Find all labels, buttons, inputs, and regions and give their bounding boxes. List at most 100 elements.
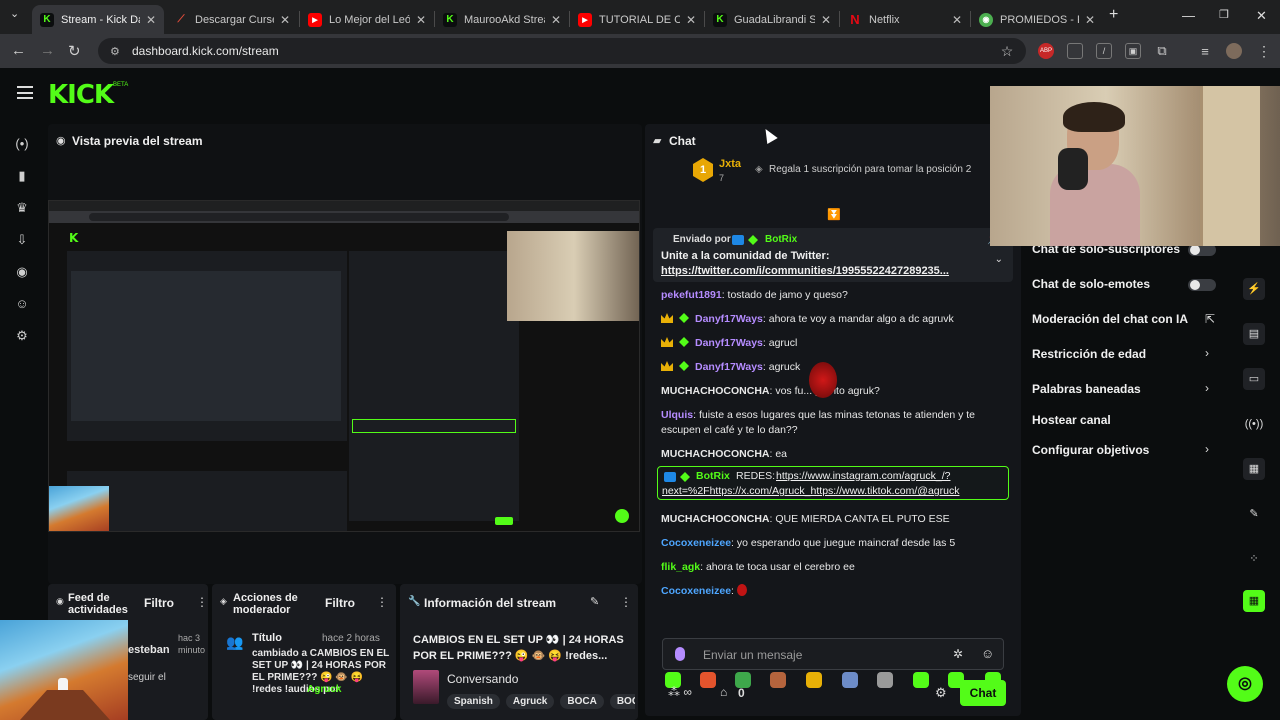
extension-icon[interactable]: ▣ — [1125, 43, 1141, 59]
wrench-icon[interactable]: ✎ — [1243, 503, 1265, 525]
pinned-link[interactable]: https://twitter.com/i/communities/199555… — [661, 265, 949, 277]
tab-netflix[interactable]: N Netflix ✕ — [840, 5, 970, 34]
tab-kick-dashboard[interactable]: K Stream - Kick Dash ✕ — [32, 5, 164, 34]
bookmark-star-icon[interactable]: ☆ — [999, 43, 1015, 59]
adblock-icon[interactable]: ABP — [1038, 43, 1054, 59]
close-icon[interactable]: ✕ — [280, 13, 290, 27]
tab-promiedos[interactable]: ◉ PROMIEDOS - Fut ✕ — [971, 5, 1103, 34]
chat-username[interactable]: Cocoxeneizee — [661, 585, 731, 597]
pinned-message[interactable]: 📌 Enviado por BotRix Unite a la comunida… — [653, 228, 1013, 282]
emote-icon[interactable] — [770, 672, 786, 688]
back-icon[interactable]: ← — [11, 42, 26, 59]
tab-descargar[interactable]: ⟋ Descargar Cursed ✕ — [166, 5, 298, 34]
external-link-icon[interactable]: ⇱ — [1205, 312, 1215, 326]
close-icon[interactable]: ✕ — [1085, 13, 1095, 27]
mod-ai-moderation[interactable]: Moderación del chat con IA — [1032, 312, 1188, 326]
leader-name[interactable]: Jxta — [719, 158, 741, 170]
chat-username[interactable]: MUCHACHOCONCHA — [661, 513, 770, 525]
restore-icon[interactable]: ❐ — [1219, 8, 1229, 21]
pinned-sender[interactable]: BotRix — [765, 234, 797, 245]
close-window-icon[interactable]: ✕ — [1256, 8, 1267, 24]
chat-username[interactable]: Danyf17Ways — [695, 361, 763, 373]
chevron-right-icon[interactable]: › — [1205, 346, 1209, 360]
emote-icon[interactable] — [806, 672, 822, 688]
analytics-icon[interactable]: ▮ — [14, 168, 30, 184]
translate-icon[interactable]: ✲ — [953, 647, 963, 661]
community-icon[interactable]: ☺ — [14, 296, 30, 312]
minimize-icon[interactable]: — — [1182, 8, 1195, 23]
chat-username[interactable]: MUCHACHOCONCHA — [661, 448, 770, 460]
extension-icon[interactable]: / — [1096, 43, 1112, 59]
tab-list-icon[interactable]: ⌄ — [10, 7, 19, 20]
help-button[interactable]: ◎ — [1227, 666, 1263, 702]
upload-icon[interactable]: ⇩ — [14, 232, 30, 248]
address-bar[interactable]: ⚙ dashboard.kick.com/stream — [98, 38, 1026, 64]
tab-tutorial[interactable]: ▶ TUTORIAL DE CÓM ✕ — [570, 5, 704, 34]
emoji-icon[interactable]: ☺ — [981, 646, 994, 661]
camera-icon[interactable]: ◉ — [14, 264, 30, 280]
chat-username[interactable]: flik_agk — [661, 561, 700, 573]
emotes-only-toggle[interactable] — [1188, 279, 1216, 291]
instagram-link[interactable]: https://www.instagram.com/agruck_/? — [776, 470, 951, 482]
share-icon[interactable]: ⁘ — [1243, 548, 1265, 570]
close-icon[interactable]: ✕ — [686, 13, 696, 27]
edit-icon[interactable]: ✎ — [590, 595, 599, 608]
close-icon[interactable]: ✕ — [821, 13, 831, 27]
grid-icon[interactable]: ▦ — [1243, 590, 1265, 612]
category-name[interactable]: Conversando — [447, 672, 518, 686]
kick-logo[interactable]: KICK — [48, 80, 114, 110]
chat-username[interactable]: BotRix — [696, 470, 730, 482]
microphone-icon[interactable] — [675, 647, 685, 661]
gift-icon[interactable]: ⌂ — [720, 685, 727, 699]
settings-icon[interactable]: ⚙ — [14, 328, 30, 344]
trophy-icon[interactable]: ♛ — [14, 200, 30, 216]
people-icon[interactable]: ⁂ ∞ — [668, 685, 692, 699]
new-tab-icon[interactable]: + — [1109, 6, 1118, 24]
stream-icon[interactable]: (•) — [14, 136, 30, 152]
emote-icon[interactable] — [700, 672, 716, 688]
social-links[interactable]: next=%2Fhttps://x.com/Agruck_https://www… — [662, 485, 959, 497]
reload-icon[interactable]: ↻ — [68, 42, 81, 60]
close-icon[interactable]: ✕ — [416, 13, 426, 27]
site-info-icon[interactable]: ⚙ — [110, 45, 122, 58]
extension-icon[interactable] — [1067, 43, 1083, 59]
broadcast-icon[interactable]: ((•)) — [1243, 413, 1265, 435]
more-icon[interactable]: ⋮ — [376, 595, 388, 609]
send-chat-button[interactable]: Chat — [960, 680, 1006, 706]
close-icon[interactable]: ✕ — [551, 13, 561, 27]
forward-icon[interactable]: → — [40, 42, 55, 59]
menu-icon[interactable] — [17, 86, 33, 99]
chat-input-box[interactable]: Enviar un mensaje ✲ ☺ — [662, 638, 1004, 670]
lightning-icon[interactable]: ⚡ — [1243, 278, 1265, 300]
chevron-right-icon[interactable]: › — [1205, 381, 1209, 395]
emote-icon[interactable] — [877, 672, 893, 688]
tag[interactable]: Agruck — [505, 694, 555, 709]
chevron-right-icon[interactable]: › — [1205, 442, 1209, 456]
more-icon[interactable]: ⋮ — [620, 595, 632, 609]
emote-icon[interactable] — [913, 672, 929, 688]
mod-host-channel[interactable]: Hostear canal — [1032, 413, 1111, 427]
chat-username[interactable]: pekefut1891 — [661, 289, 722, 301]
puzzle-icon[interactable]: ⧉ — [1154, 43, 1170, 59]
chat-settings-icon[interactable]: ⚙ — [935, 685, 947, 701]
chat-icon[interactable]: ▭ — [1243, 368, 1265, 390]
action-author[interactable]: Agruck — [307, 684, 341, 695]
gift-prompt[interactable]: Regala 1 suscripción para tomar la posic… — [769, 164, 971, 175]
chat-username[interactable]: Cocoxeneizee — [661, 537, 731, 549]
feed-user[interactable]: esteban — [128, 644, 170, 656]
tab-mauroo[interactable]: K MaurooAkd Stream ✕ — [435, 5, 569, 34]
filter-button[interactable]: Filtro — [325, 596, 355, 610]
collapse-icon[interactable]: ⏬ — [827, 208, 841, 221]
chevron-down-icon[interactable]: ⌄ — [995, 254, 1003, 265]
reading-list-icon[interactable]: ≡ — [1197, 43, 1213, 59]
mod-banned-words[interactable]: Palabras baneadas — [1032, 382, 1141, 396]
menu-dots-icon[interactable]: ⋮ — [1256, 43, 1272, 59]
close-icon[interactable]: ✕ — [952, 13, 962, 27]
mod-configure-goals[interactable]: Configurar objetivos — [1032, 443, 1149, 457]
tab-lo-mejor[interactable]: ▶ Lo Mejor del León ✕ — [300, 5, 434, 34]
close-icon[interactable]: ✕ — [146, 13, 156, 27]
stream-preview-video[interactable]: K — [48, 200, 640, 532]
filter-button[interactable]: Filtro — [144, 596, 174, 610]
mod-age-restriction[interactable]: Restricción de edad — [1032, 347, 1146, 361]
tag[interactable]: Spanish — [447, 694, 500, 709]
